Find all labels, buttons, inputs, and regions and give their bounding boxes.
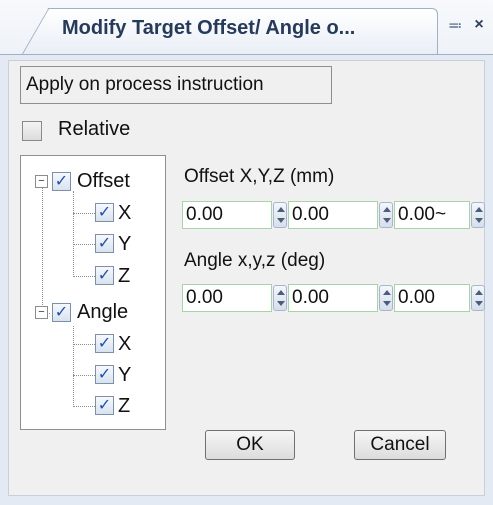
angle-x-spin-buttons[interactable] — [273, 285, 287, 311]
angle-y-spin-buttons[interactable] — [379, 285, 393, 311]
spin-down-icon[interactable] — [277, 301, 285, 306]
tree-label-offset-z: Z — [118, 265, 131, 287]
angle-section-label: Angle x,y,z (deg) — [184, 250, 326, 271]
tree-label-angle: Angle — [77, 301, 129, 323]
offset-checkbox[interactable]: ✓ — [52, 172, 71, 191]
offset-section-label: Offset X,Y,Z (mm) — [184, 166, 335, 187]
modify-target-offset-panel: Modify Target Offset/ Angle o... ≕ × App… — [0, 0, 493, 505]
tab-strip: Modify Target Offset/ Angle o... ≕ × — [0, 0, 493, 56]
angle-x-spinner[interactable]: 0.00 — [182, 284, 288, 312]
tree-node-offset[interactable]: − ✓ Offset — [21, 169, 161, 193]
ok-button[interactable]: OK — [205, 430, 295, 460]
angle-z-input[interactable]: 0.00 — [394, 284, 470, 312]
apply-on-process-instruction-button[interactable]: Apply on process instruction — [20, 66, 332, 104]
tree-node-angle-x[interactable]: ✓ X — [21, 333, 161, 357]
tree-node-angle[interactable]: − ✓ Angle — [21, 300, 161, 324]
offset-x-spinner[interactable]: 0.00 — [182, 201, 288, 229]
cancel-button[interactable]: Cancel — [354, 430, 446, 460]
offset-z-spin-buttons[interactable] — [471, 202, 485, 228]
tree-node-angle-z[interactable]: ✓ Z — [21, 395, 161, 419]
panel-title: Modify Target Offset/ Angle o... — [62, 17, 356, 39]
tree-node-offset-x[interactable]: ✓ X — [21, 202, 161, 226]
relative-label: Relative — [58, 118, 131, 140]
angle-y-checkbox[interactable]: ✓ — [95, 365, 114, 384]
tree-node-offset-z[interactable]: ✓ Z — [21, 265, 161, 289]
offset-x-spin-buttons[interactable] — [273, 202, 287, 228]
tree-node-angle-y[interactable]: ✓ Y — [21, 364, 161, 388]
spin-up-icon[interactable] — [277, 207, 285, 212]
relative-checkbox[interactable] — [22, 121, 42, 141]
tree-label-offset-y: Y — [118, 233, 132, 255]
angle-y-input[interactable]: 0.00 — [288, 284, 378, 312]
offset-y-input[interactable]: 0.00 — [288, 201, 378, 229]
spin-up-icon[interactable] — [383, 290, 391, 295]
spin-up-icon[interactable] — [383, 207, 391, 212]
tree-label-angle-y: Y — [118, 364, 132, 386]
spin-up-icon[interactable] — [475, 290, 483, 295]
angle-x-checkbox[interactable]: ✓ — [95, 334, 114, 353]
spin-down-icon[interactable] — [475, 218, 483, 223]
spin-down-icon[interactable] — [383, 301, 391, 306]
offset-y-spin-buttons[interactable] — [379, 202, 393, 228]
tree-label-offset: Offset — [77, 170, 130, 192]
offset-x-input[interactable]: 0.00 — [182, 201, 272, 229]
axis-tree: − ✓ Offset ✓ X ✓ Y ✓ Z − ✓ Angle ✓ X ✓ Y — [20, 155, 166, 430]
offset-z-checkbox[interactable]: ✓ — [95, 266, 114, 285]
angle-z-spinner[interactable]: 0.00 — [394, 284, 486, 312]
close-icon[interactable]: × — [470, 14, 488, 36]
offset-z-spinner[interactable]: 0.00~ — [394, 201, 486, 229]
angle-z-checkbox[interactable]: ✓ — [95, 396, 114, 415]
angle-y-spinner[interactable]: 0.00 — [288, 284, 394, 312]
angle-checkbox[interactable]: ✓ — [52, 303, 71, 322]
tree-label-angle-z: Z — [118, 395, 131, 417]
angle-z-spin-buttons[interactable] — [471, 285, 485, 311]
offset-z-input[interactable]: 0.00~ — [394, 201, 470, 229]
tree-label-angle-x: X — [118, 333, 132, 355]
tree-label-offset-x: X — [118, 202, 132, 224]
offset-x-checkbox[interactable]: ✓ — [95, 203, 114, 222]
pin-dropdown-icon[interactable]: ≕ — [446, 14, 464, 36]
spin-up-icon[interactable] — [277, 290, 285, 295]
spin-up-icon[interactable] — [475, 207, 483, 212]
spin-down-icon[interactable] — [383, 218, 391, 223]
spin-down-icon[interactable] — [475, 301, 483, 306]
offset-y-checkbox[interactable]: ✓ — [95, 234, 114, 253]
spin-down-icon[interactable] — [277, 218, 285, 223]
angle-x-input[interactable]: 0.00 — [182, 284, 272, 312]
tree-node-offset-y[interactable]: ✓ Y — [21, 233, 161, 257]
collapse-icon[interactable]: − — [35, 306, 48, 319]
collapse-icon[interactable]: − — [35, 175, 48, 188]
offset-y-spinner[interactable]: 0.00 — [288, 201, 394, 229]
